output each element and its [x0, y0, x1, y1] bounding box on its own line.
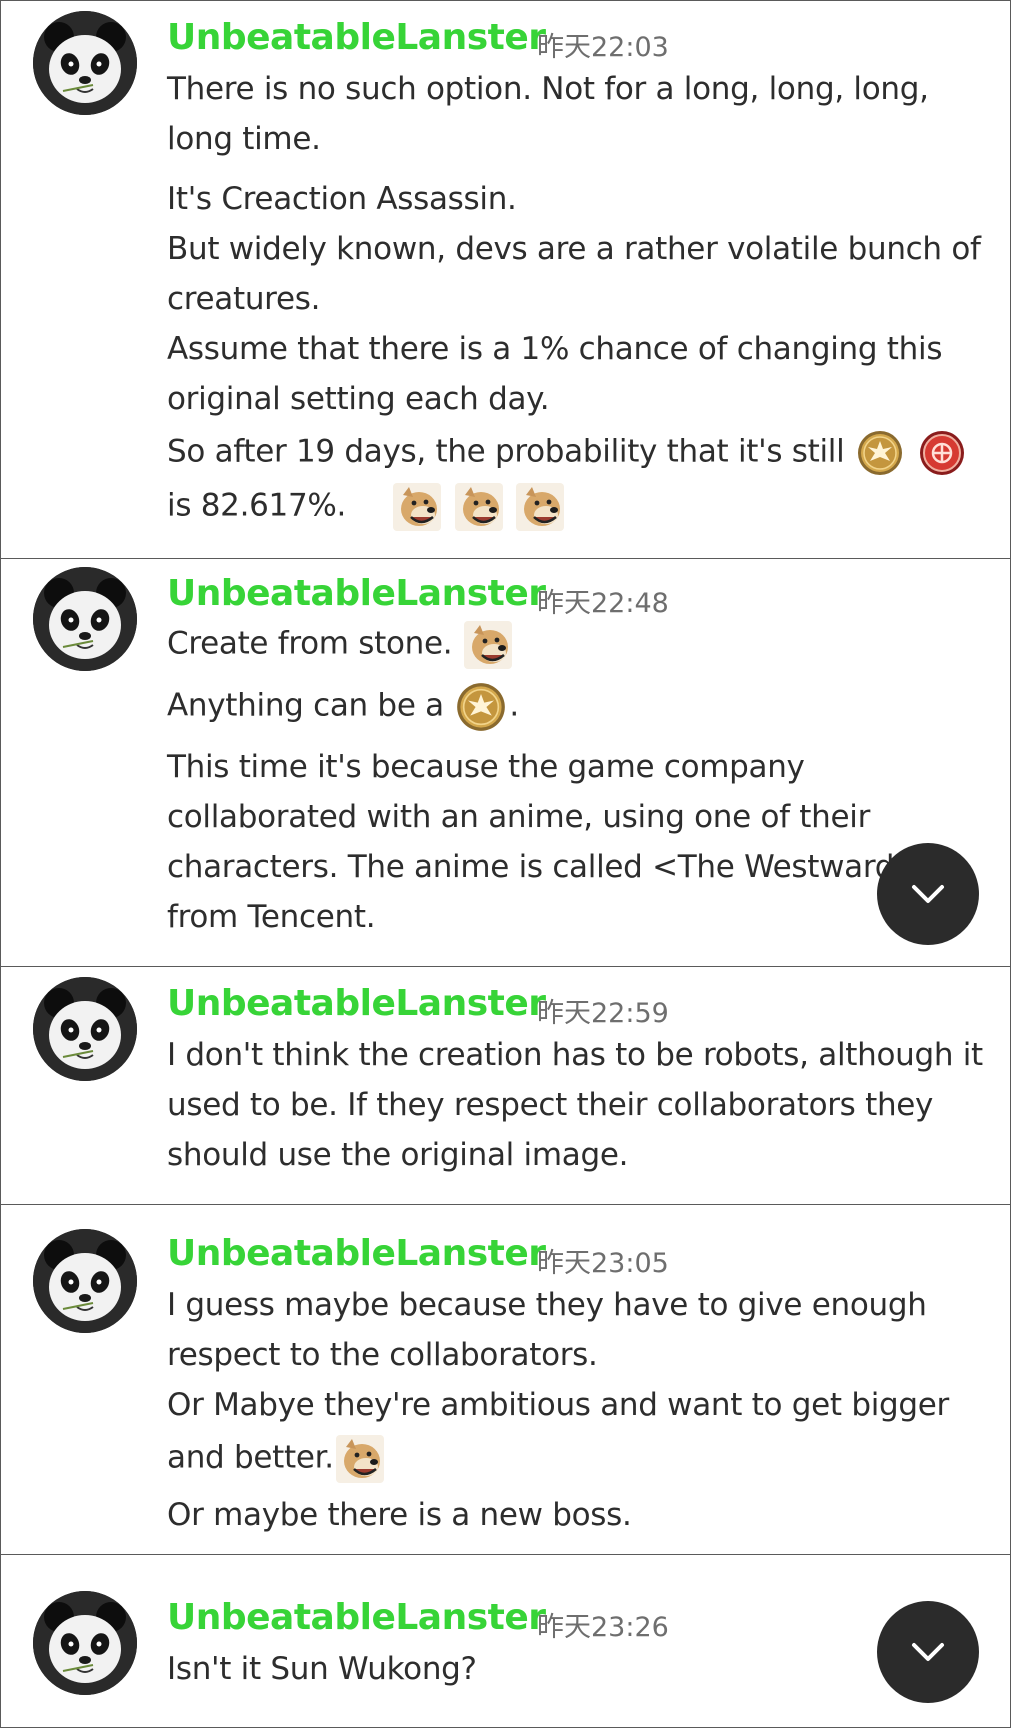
message-line: But widely known, devs are a rather vola… [167, 231, 981, 267]
creation-class-gold-emblem-icon [856, 429, 904, 477]
panda-avatar-icon[interactable] [33, 1229, 137, 1333]
message-line: I guess maybe because they have to give … [167, 1287, 927, 1323]
message-card: UnbeatableLanster 昨天22:59 I don't think … [0, 966, 1011, 1206]
message-line: Assume that there is a 1% chance of chan… [167, 331, 943, 367]
timestamp: 昨天23:05 [537, 1248, 669, 1279]
message-line: It's Creaction Assassin. [167, 181, 517, 217]
message-line: There is no such option. Not for a long,… [167, 71, 929, 107]
message-line: collaborated with an anime, using one of… [167, 799, 871, 835]
message-text: Create from stone. [167, 625, 453, 662]
scroll-to-bottom-button[interactable] [877, 843, 979, 945]
message-line: long time. [167, 121, 321, 157]
username[interactable]: UnbeatableLanster [167, 1597, 546, 1638]
message-line: from Tencent. [167, 899, 376, 935]
username[interactable]: UnbeatableLanster [167, 17, 546, 58]
message-line: should use the original image. [167, 1137, 629, 1173]
message-line: Or Mabye they're ambitious and want to g… [167, 1387, 949, 1423]
doge-emoji-icon [516, 483, 564, 531]
message-line-with-emoji: Anything can be a . [167, 681, 519, 733]
chevron-down-icon [906, 872, 950, 916]
message-card: UnbeatableLanster 昨天23:05 I guess maybe … [0, 1204, 1011, 1556]
message-text: is 82.617%. [167, 487, 347, 524]
doge-emoji-icon [455, 483, 503, 531]
timestamp: 昨天22:59 [537, 998, 669, 1029]
message-text: Anything can be a [167, 687, 444, 724]
panda-avatar-icon[interactable] [33, 977, 137, 1081]
assassin-red-emblem-icon [918, 429, 966, 477]
message-line: respect to the collaborators. [167, 1337, 598, 1373]
panda-avatar-icon[interactable] [33, 11, 137, 115]
message-text: . [509, 687, 519, 724]
panda-avatar-icon[interactable] [33, 1591, 137, 1695]
chevron-down-icon [906, 1630, 950, 1674]
message-line: This time it's because the game company [167, 749, 805, 785]
message-line: original setting each day. [167, 381, 550, 417]
message-line: characters. The anime is called <The Wes… [167, 849, 920, 885]
message-text: So after 19 days, the probability that i… [167, 433, 845, 470]
username[interactable]: UnbeatableLanster [167, 1233, 546, 1274]
message-line-with-emoji: Create from stone. [167, 621, 514, 669]
message-line: Or maybe there is a new boss. [167, 1497, 632, 1533]
username[interactable]: UnbeatableLanster [167, 983, 546, 1024]
message-card: UnbeatableLanster 昨天22:03 There is no su… [0, 0, 1011, 560]
timestamp: 昨天23:26 [537, 1612, 669, 1643]
doge-emoji-icon [393, 483, 441, 531]
message-line: Isn't it Sun Wukong? [167, 1651, 477, 1687]
creation-class-gold-emblem-icon [455, 681, 507, 733]
message-line: used to be. If they respect their collab… [167, 1087, 934, 1123]
message-text: and better. [167, 1439, 334, 1476]
message-line-with-emoji: and better. [167, 1435, 386, 1483]
timestamp: 昨天22:48 [537, 588, 669, 619]
panda-avatar-icon[interactable] [33, 567, 137, 671]
username[interactable]: UnbeatableLanster [167, 573, 546, 614]
timestamp: 昨天22:03 [537, 32, 669, 63]
message-line: I don't think the creation has to be rob… [167, 1037, 983, 1073]
message-card: UnbeatableLanster 昨天22:48 Create from st… [0, 558, 1011, 968]
message-line-with-emoji: So after 19 days, the probability that i… [167, 429, 968, 477]
doge-emoji-icon [464, 621, 512, 669]
message-line-with-emoji: is 82.617%. [167, 483, 566, 531]
message-line: creatures. [167, 281, 321, 317]
doge-emoji-icon [336, 1435, 384, 1483]
scroll-to-bottom-button[interactable] [877, 1601, 979, 1703]
message-card: UnbeatableLanster 昨天23:26 Isn't it Sun W… [0, 1554, 1011, 1728]
